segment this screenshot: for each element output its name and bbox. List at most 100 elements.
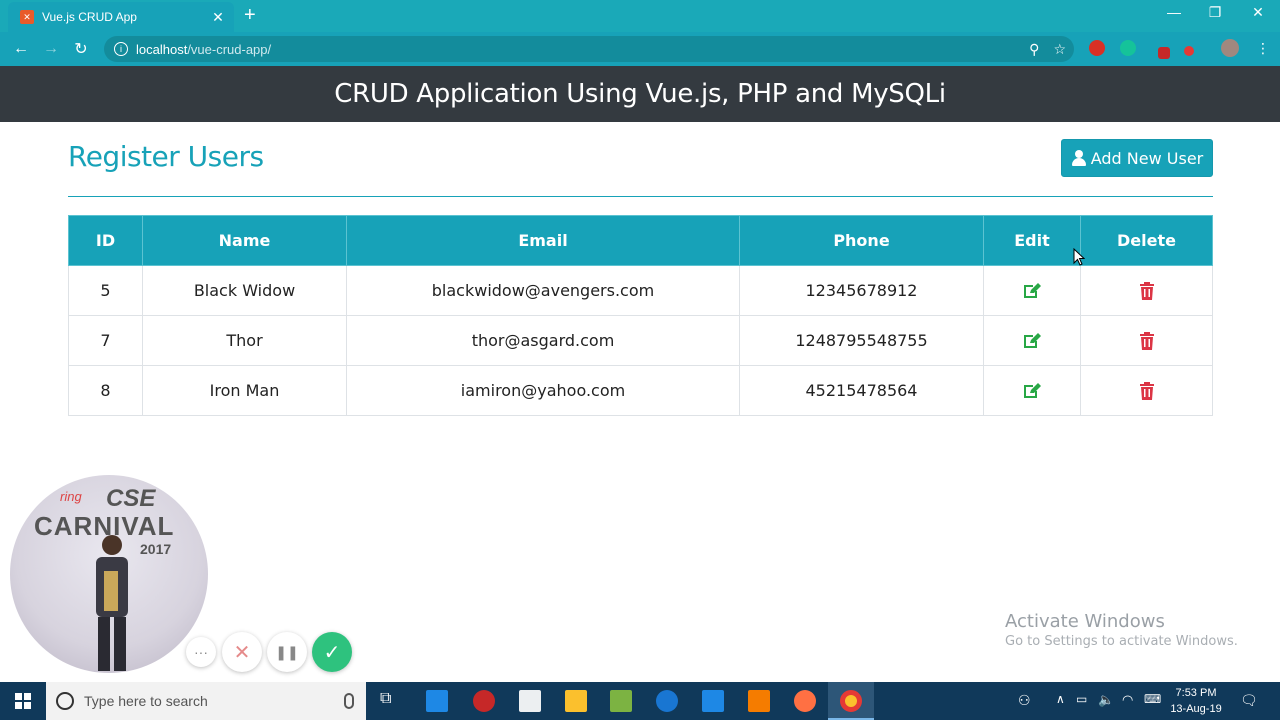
cell-phone: 1248795548755 [739,315,984,366]
column-header-phone: Phone [739,215,984,266]
vscode-icon[interactable] [702,690,724,712]
notifications-icon[interactable]: 🗨 [1240,692,1258,709]
file-explorer-icon[interactable] [565,690,587,712]
cell-id: 5 [68,265,143,316]
bookmark-star-icon[interactable]: ☆ [1053,41,1066,58]
webcam-overlay: ring CSE CARNIVAL 2017 [10,475,208,673]
cell-email: iamiron@yahoo.com [346,365,740,416]
firefox-icon[interactable] [794,690,816,712]
zoom-icon[interactable]: ⚲ [1029,41,1039,58]
close-tab-icon[interactable]: ✕ [210,9,226,26]
edit-icon[interactable] [983,265,1081,316]
cell-name: Thor [142,315,347,366]
extension-badge-icon[interactable] [1158,47,1170,59]
minimize-button[interactable]: — [1164,4,1184,20]
clock-time: 7:53 PM [1175,687,1217,699]
microphone-icon[interactable] [344,693,354,709]
taskbar-clock[interactable]: 7:53 PM 13-Aug-19 [1168,685,1224,717]
app-icon[interactable] [610,690,632,712]
record-extension-icon[interactable] [1184,46,1194,56]
activate-windows-title: Activate Windows [1005,611,1165,632]
site-info-icon[interactable]: i [114,42,128,56]
taskbar-search-placeholder: Type here to search [84,693,208,709]
divider [68,196,1213,197]
profile-avatar[interactable] [1221,39,1239,57]
add-new-user-button[interactable]: Add New User [1061,139,1213,177]
activate-windows-subtitle: Go to Settings to activate Windows. [1005,634,1238,649]
browser-tab[interactable]: ✕ Vue.js CRUD App ✕ [8,2,234,32]
edit-icon[interactable] [983,365,1081,416]
recorder-cancel-button[interactable]: ✕ [222,632,262,672]
volume-icon[interactable]: 🔈 [1098,692,1114,708]
forward-button[interactable]: → [36,40,66,58]
app-icon[interactable] [473,690,495,712]
presenter-video [96,535,128,671]
app-header-title: CRUD Application Using Vue.js, PHP and M… [334,79,946,109]
table-header-row: ID Name Email Phone Edit Delete [68,215,1213,266]
webcam-banner-text: CSE [106,485,156,512]
webcam-banner-text: 2017 [140,541,172,557]
sublime-text-icon[interactable] [748,690,770,712]
cell-phone: 45215478564 [739,365,984,416]
app-header: CRUD Application Using Vue.js, PHP and M… [0,66,1280,122]
address-bar[interactable]: i localhost/vue-crud-app/ ⚲ ☆ [104,36,1074,62]
taskbar-search-box[interactable]: Type here to search [46,682,366,720]
cell-email: thor@asgard.com [346,315,740,366]
table-row: 7 Thor thor@asgard.com 1248795548755 [68,315,1213,366]
browser-toolbar: ← → ↻ i localhost/vue-crud-app/ ⚲ ☆ [0,32,1280,66]
mouse-cursor-icon [1073,248,1085,266]
menu-kebab-icon[interactable]: ⋮ [1256,40,1270,57]
trash-icon[interactable] [1080,265,1213,316]
url-host: localhost [136,41,188,57]
recorder-pause-button[interactable]: ❚❚ [267,632,307,672]
task-view-icon[interactable]: ⧉ [380,690,391,708]
calculator-app-icon[interactable] [519,690,541,712]
xampp-favicon-icon: ✕ [20,10,34,24]
chrome-taskbar-button[interactable] [828,682,874,720]
edit-icon[interactable] [983,315,1081,366]
start-button[interactable] [0,682,46,720]
webcam-banner-text: ring [60,489,82,504]
wifi-icon[interactable]: ◠ [1122,692,1133,708]
chrome-icon [840,690,862,712]
new-tab-button[interactable]: + [244,5,256,25]
users-table: ID Name Email Phone Edit Delete 5 Black W… [68,215,1213,416]
network-icon[interactable]: ▭ [1076,692,1087,706]
page-title: Register Users [68,140,264,173]
people-icon[interactable]: ⚇ [1018,692,1031,709]
maximize-button[interactable]: ❐ [1205,4,1225,21]
column-header-delete: Delete [1080,215,1213,266]
url-path: /vue-crud-app/ [187,41,272,57]
trash-icon[interactable] [1080,365,1213,416]
recorder-done-button[interactable]: ✓ [312,632,352,672]
column-header-id: ID [68,215,143,266]
extension-icon[interactable] [1089,40,1105,56]
column-header-edit: Edit [983,215,1081,266]
browser-tab-strip: ✕ Vue.js CRUD App ✕ + — ❐ ✕ [0,0,1280,32]
trash-icon[interactable] [1080,315,1213,366]
table-row: 8 Iron Man iamiron@yahoo.com 45215478564 [68,365,1213,416]
recorder-more-button[interactable]: ··· [186,637,216,667]
keyboard-icon[interactable]: ⌨ [1144,692,1161,706]
reload-button[interactable]: ↻ [66,39,96,59]
cell-phone: 12345678912 [739,265,984,316]
windows-taskbar: Type here to search ⧉ ⚇ ∧ ▭ 🔈 ◠ ⌨ 7:53 P… [0,682,1280,720]
store-app-icon[interactable] [426,690,448,712]
user-icon [1071,150,1087,166]
back-button[interactable]: ← [6,40,36,58]
add-new-user-label: Add New User [1090,148,1204,168]
cortana-icon [56,692,74,710]
cell-email: blackwidow@avengers.com [346,265,740,316]
column-header-email: Email [346,215,740,266]
grammarly-icon[interactable] [1120,40,1136,56]
tab-title: Vue.js CRUD App [42,10,137,24]
close-window-button[interactable]: ✕ [1248,4,1268,21]
cell-id: 7 [68,315,143,366]
column-header-name: Name [142,215,347,266]
edge-browser-icon[interactable] [656,690,678,712]
cell-id: 8 [68,365,143,416]
windows-logo-icon [15,693,31,709]
cell-name: Iron Man [142,365,347,416]
clock-date: 13-Aug-19 [1170,703,1222,715]
tray-overflow-icon[interactable]: ∧ [1056,692,1065,706]
